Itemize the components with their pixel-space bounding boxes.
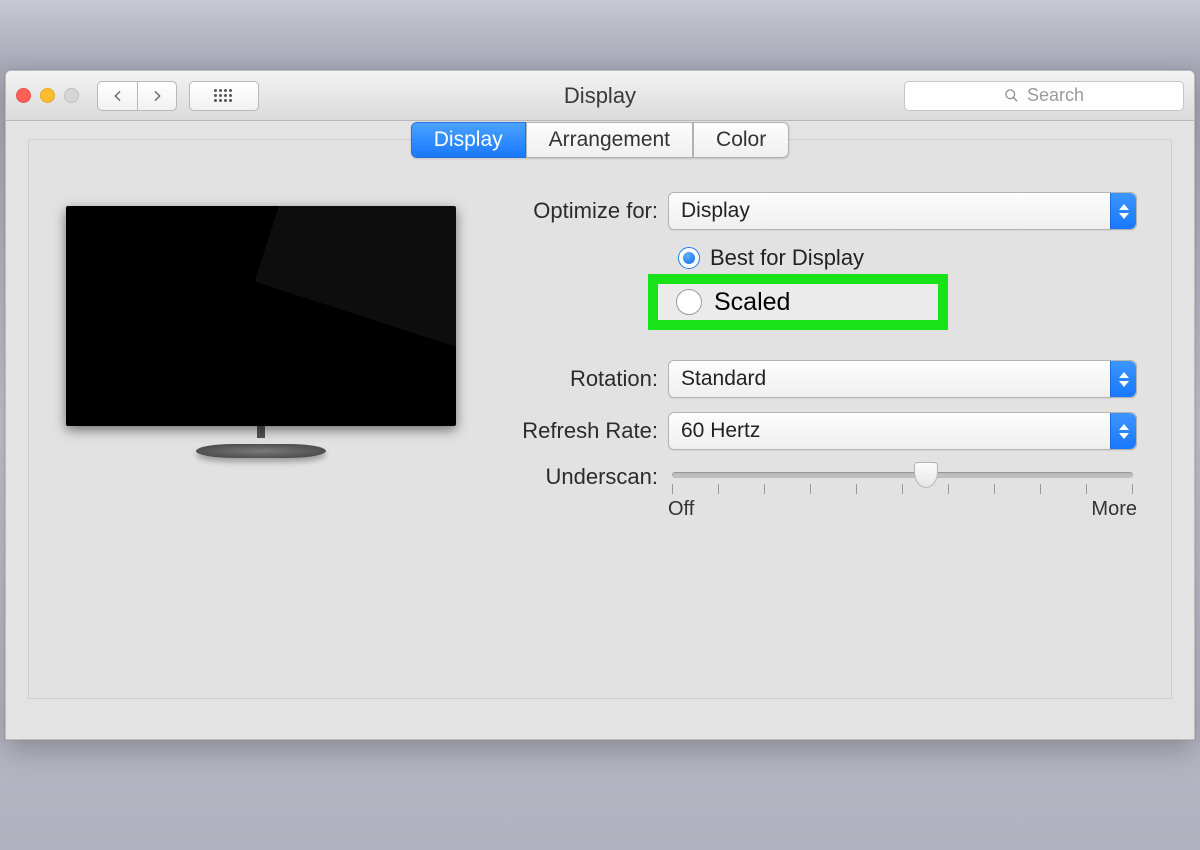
underscan-label: Underscan:	[498, 464, 668, 490]
back-button[interactable]	[97, 81, 137, 111]
nav-buttons	[97, 81, 177, 111]
display-preview	[63, 186, 458, 535]
radio-unselected-icon	[676, 289, 702, 315]
optimize-for-value: Display	[681, 199, 750, 223]
refresh-rate-popup[interactable]: 60 Hertz	[668, 412, 1137, 450]
display-preview-stand	[196, 444, 326, 458]
window-body: Display Arrangement Color Optimize for: …	[6, 121, 1194, 739]
tab-bar: Display Arrangement Color	[29, 122, 1171, 158]
preferences-window: Display Search Display Arrangement Color	[5, 70, 1195, 740]
display-preview-screen	[66, 206, 456, 426]
tab-arrangement[interactable]: Arrangement	[526, 122, 693, 158]
apps-grid-icon	[214, 89, 234, 103]
resolution-best-radio[interactable]: Best for Display	[678, 238, 1137, 278]
content-pane: Display Arrangement Color Optimize for: …	[28, 139, 1172, 699]
search-field[interactable]: Search	[904, 81, 1184, 111]
zoom-window-button[interactable]	[64, 88, 79, 103]
callout-highlight: Scaled	[648, 274, 948, 330]
resolution-radio-group: Best for Display Scaled	[498, 238, 1137, 338]
minimize-window-button[interactable]	[40, 88, 55, 103]
underscan-min-label: Off	[668, 498, 694, 521]
close-window-button[interactable]	[16, 88, 31, 103]
rotation-popup[interactable]: Standard	[668, 360, 1137, 398]
settings-column: Optimize for: Display Best for Display	[498, 186, 1137, 535]
forward-button[interactable]	[137, 81, 177, 111]
refresh-rate-value: 60 Hertz	[681, 419, 760, 443]
display-preview-neck	[257, 424, 265, 438]
show-all-prefs-button[interactable]	[189, 81, 259, 111]
popup-stepper-icon	[1110, 413, 1136, 449]
optimize-for-label: Optimize for:	[498, 198, 668, 224]
window-controls	[16, 88, 79, 103]
tab-color[interactable]: Color	[693, 122, 789, 158]
refresh-rate-label: Refresh Rate:	[498, 418, 668, 444]
tab-display[interactable]: Display	[411, 122, 526, 158]
resolution-best-label: Best for Display	[710, 245, 864, 271]
rotation-value: Standard	[681, 367, 766, 391]
popup-stepper-icon	[1110, 361, 1136, 397]
rotation-label: Rotation:	[498, 366, 668, 392]
underscan-slider[interactable]: Off More	[668, 464, 1137, 521]
search-placeholder: Search	[1027, 85, 1084, 106]
chevron-right-icon	[149, 88, 165, 104]
optimize-for-popup[interactable]: Display	[668, 192, 1137, 230]
popup-stepper-icon	[1110, 193, 1136, 229]
slider-ticks	[672, 484, 1133, 494]
chevron-left-icon	[110, 88, 126, 104]
underscan-max-label: More	[1091, 498, 1137, 521]
search-icon	[1004, 88, 1019, 103]
radio-selected-icon	[678, 247, 700, 269]
slider-track	[672, 472, 1133, 478]
resolution-scaled-label[interactable]: Scaled	[714, 288, 790, 317]
titlebar: Display Search	[6, 71, 1194, 121]
